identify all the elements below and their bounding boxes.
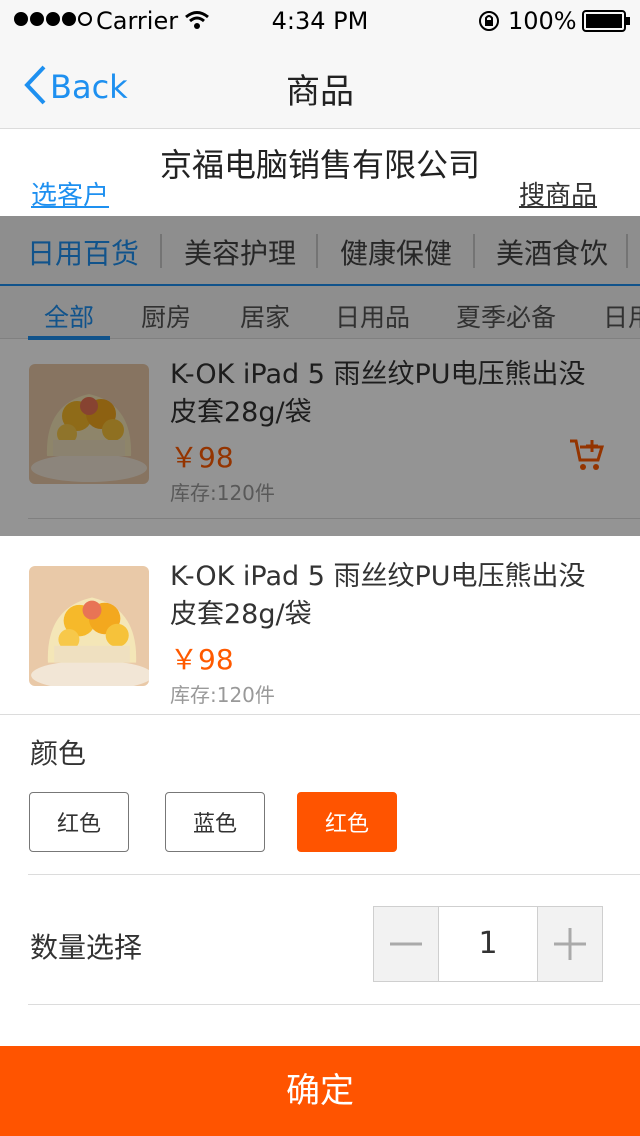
page-title: 商品 <box>286 72 354 112</box>
decrement-button[interactable] <box>374 907 438 981</box>
plus-icon <box>554 928 586 960</box>
battery-icon <box>582 10 630 32</box>
sheet-product-name: K-OK iPad 5 雨丝纹PU电压熊出没 皮套28g/袋 <box>170 561 586 630</box>
sheet-divider <box>28 1004 640 1005</box>
rotation-lock-icon <box>479 11 499 31</box>
confirm-button[interactable]: 确定 <box>0 1046 640 1136</box>
increment-button[interactable] <box>538 907 602 981</box>
sheet-divider <box>28 874 640 875</box>
select-customer-link[interactable]: 选客户 <box>31 175 109 212</box>
sheet-product-price: ￥98 <box>170 643 234 676</box>
color-label: 颜色 <box>30 737 87 770</box>
color-option-red-selected[interactable]: 红色 <box>297 792 397 852</box>
quantity-label: 数量选择 <box>30 931 143 964</box>
sheet-product-stock: 库存:120件 <box>170 683 275 707</box>
sheet-divider <box>0 714 640 715</box>
quantity-value[interactable]: 1 <box>438 907 538 981</box>
battery-percent: 100% <box>508 7 577 35</box>
search-products-link[interactable]: 搜商品 <box>519 175 597 212</box>
minus-icon <box>390 942 422 946</box>
color-option-red[interactable]: 红色 <box>29 792 129 852</box>
modal-backdrop[interactable] <box>0 216 640 536</box>
sheet-product-image <box>29 566 149 686</box>
color-option-blue[interactable]: 蓝色 <box>165 792 265 852</box>
